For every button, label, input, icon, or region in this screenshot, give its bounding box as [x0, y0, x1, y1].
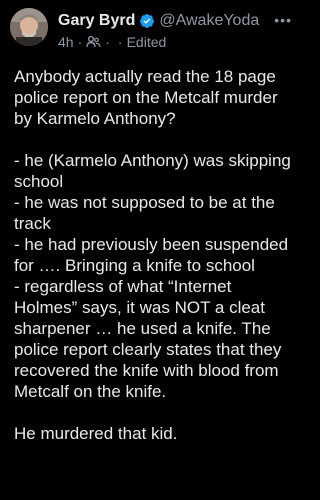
avatar-photo [10, 8, 48, 46]
verified-badge-icon [139, 13, 155, 29]
post-header: Gary Byrd @AwakeYoda ••• 4h · · · Edited [58, 10, 294, 50]
post-card[interactable]: Gary Byrd @AwakeYoda ••• 4h · · · Edited… [0, 0, 302, 500]
post-paragraph: He murdered that kid. [14, 424, 178, 443]
more-horizontal-icon[interactable]: ••• [274, 12, 292, 28]
people-audience-icon [86, 35, 101, 49]
meta-separator: · [77, 34, 83, 50]
author-row: Gary Byrd @AwakeYoda [58, 10, 294, 32]
meta-separator: · [105, 34, 110, 50]
post-paragraph: - he (Karmelo Anthony) was skipping scho… [14, 151, 291, 401]
meta-separator: · [117, 34, 123, 50]
post-paragraph: Anybody actually read the 18 page police… [14, 67, 283, 128]
post-meta: 4h · · · Edited [58, 33, 294, 51]
author-display-name[interactable]: Gary Byrd [58, 12, 135, 30]
post-body: Anybody actually read the 18 page police… [14, 66, 296, 444]
author-handle[interactable]: @AwakeYoda [159, 12, 259, 30]
edited-label[interactable]: Edited [127, 34, 167, 50]
post-time[interactable]: 4h [58, 34, 74, 50]
avatar[interactable] [10, 8, 48, 46]
